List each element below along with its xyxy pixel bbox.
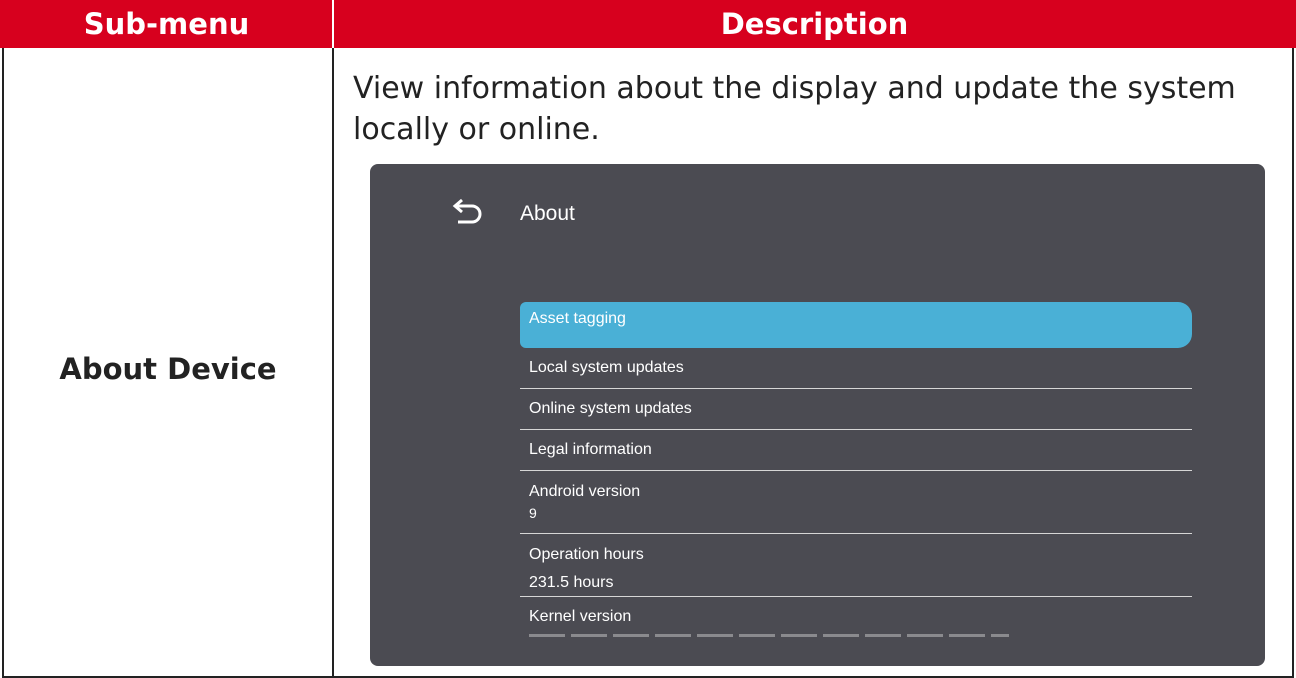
menu-item-label: Asset tagging	[529, 310, 626, 327]
menu-item-label: Operation hours	[529, 546, 644, 563]
menu-item-value: 231.5 hours	[529, 574, 614, 591]
header-submenu: Sub-menu	[83, 7, 250, 41]
table-header: Sub-menu Description	[0, 0, 1296, 48]
menu-item-label: Legal information	[529, 441, 652, 458]
menu-item-operation-hours[interactable]: Operation hours 231.5 hours	[520, 534, 1192, 597]
menu-item-asset-tagging[interactable]: Asset tagging	[520, 302, 1192, 348]
description-text: View information about the display and u…	[353, 71, 1236, 147]
menu-item-android-version[interactable]: Android version 9	[520, 471, 1192, 534]
menu-item-kernel-version[interactable]: Kernel version	[520, 597, 1192, 637]
menu-item-local-system-updates[interactable]: Local system updates	[520, 348, 1192, 389]
menu-item-legal-information[interactable]: Legal information	[520, 430, 1192, 471]
submenu-table: Sub-menu Description About Device View i…	[0, 0, 1296, 678]
cut-off-value	[529, 634, 1009, 637]
about-screen-screenshot: About Asset tagging Local system updates…	[370, 164, 1265, 666]
submenu-name: About Device	[59, 352, 277, 386]
about-menu: Asset tagging Local system updates Onlin…	[520, 302, 1192, 637]
menu-item-value: 9	[529, 505, 537, 521]
menu-item-label: Kernel version	[529, 608, 632, 625]
row-border-middle	[332, 48, 334, 678]
menu-item-label: Android version	[529, 483, 641, 500]
menu-item-label: Local system updates	[529, 359, 684, 376]
back-arrow-icon[interactable]	[450, 198, 484, 228]
row-border-right	[1292, 48, 1294, 678]
menu-item-label: Online system updates	[529, 400, 692, 417]
screen-title: About	[520, 202, 575, 225]
menu-item-online-system-updates[interactable]: Online system updates	[520, 389, 1192, 430]
header-description: Description	[720, 7, 909, 41]
